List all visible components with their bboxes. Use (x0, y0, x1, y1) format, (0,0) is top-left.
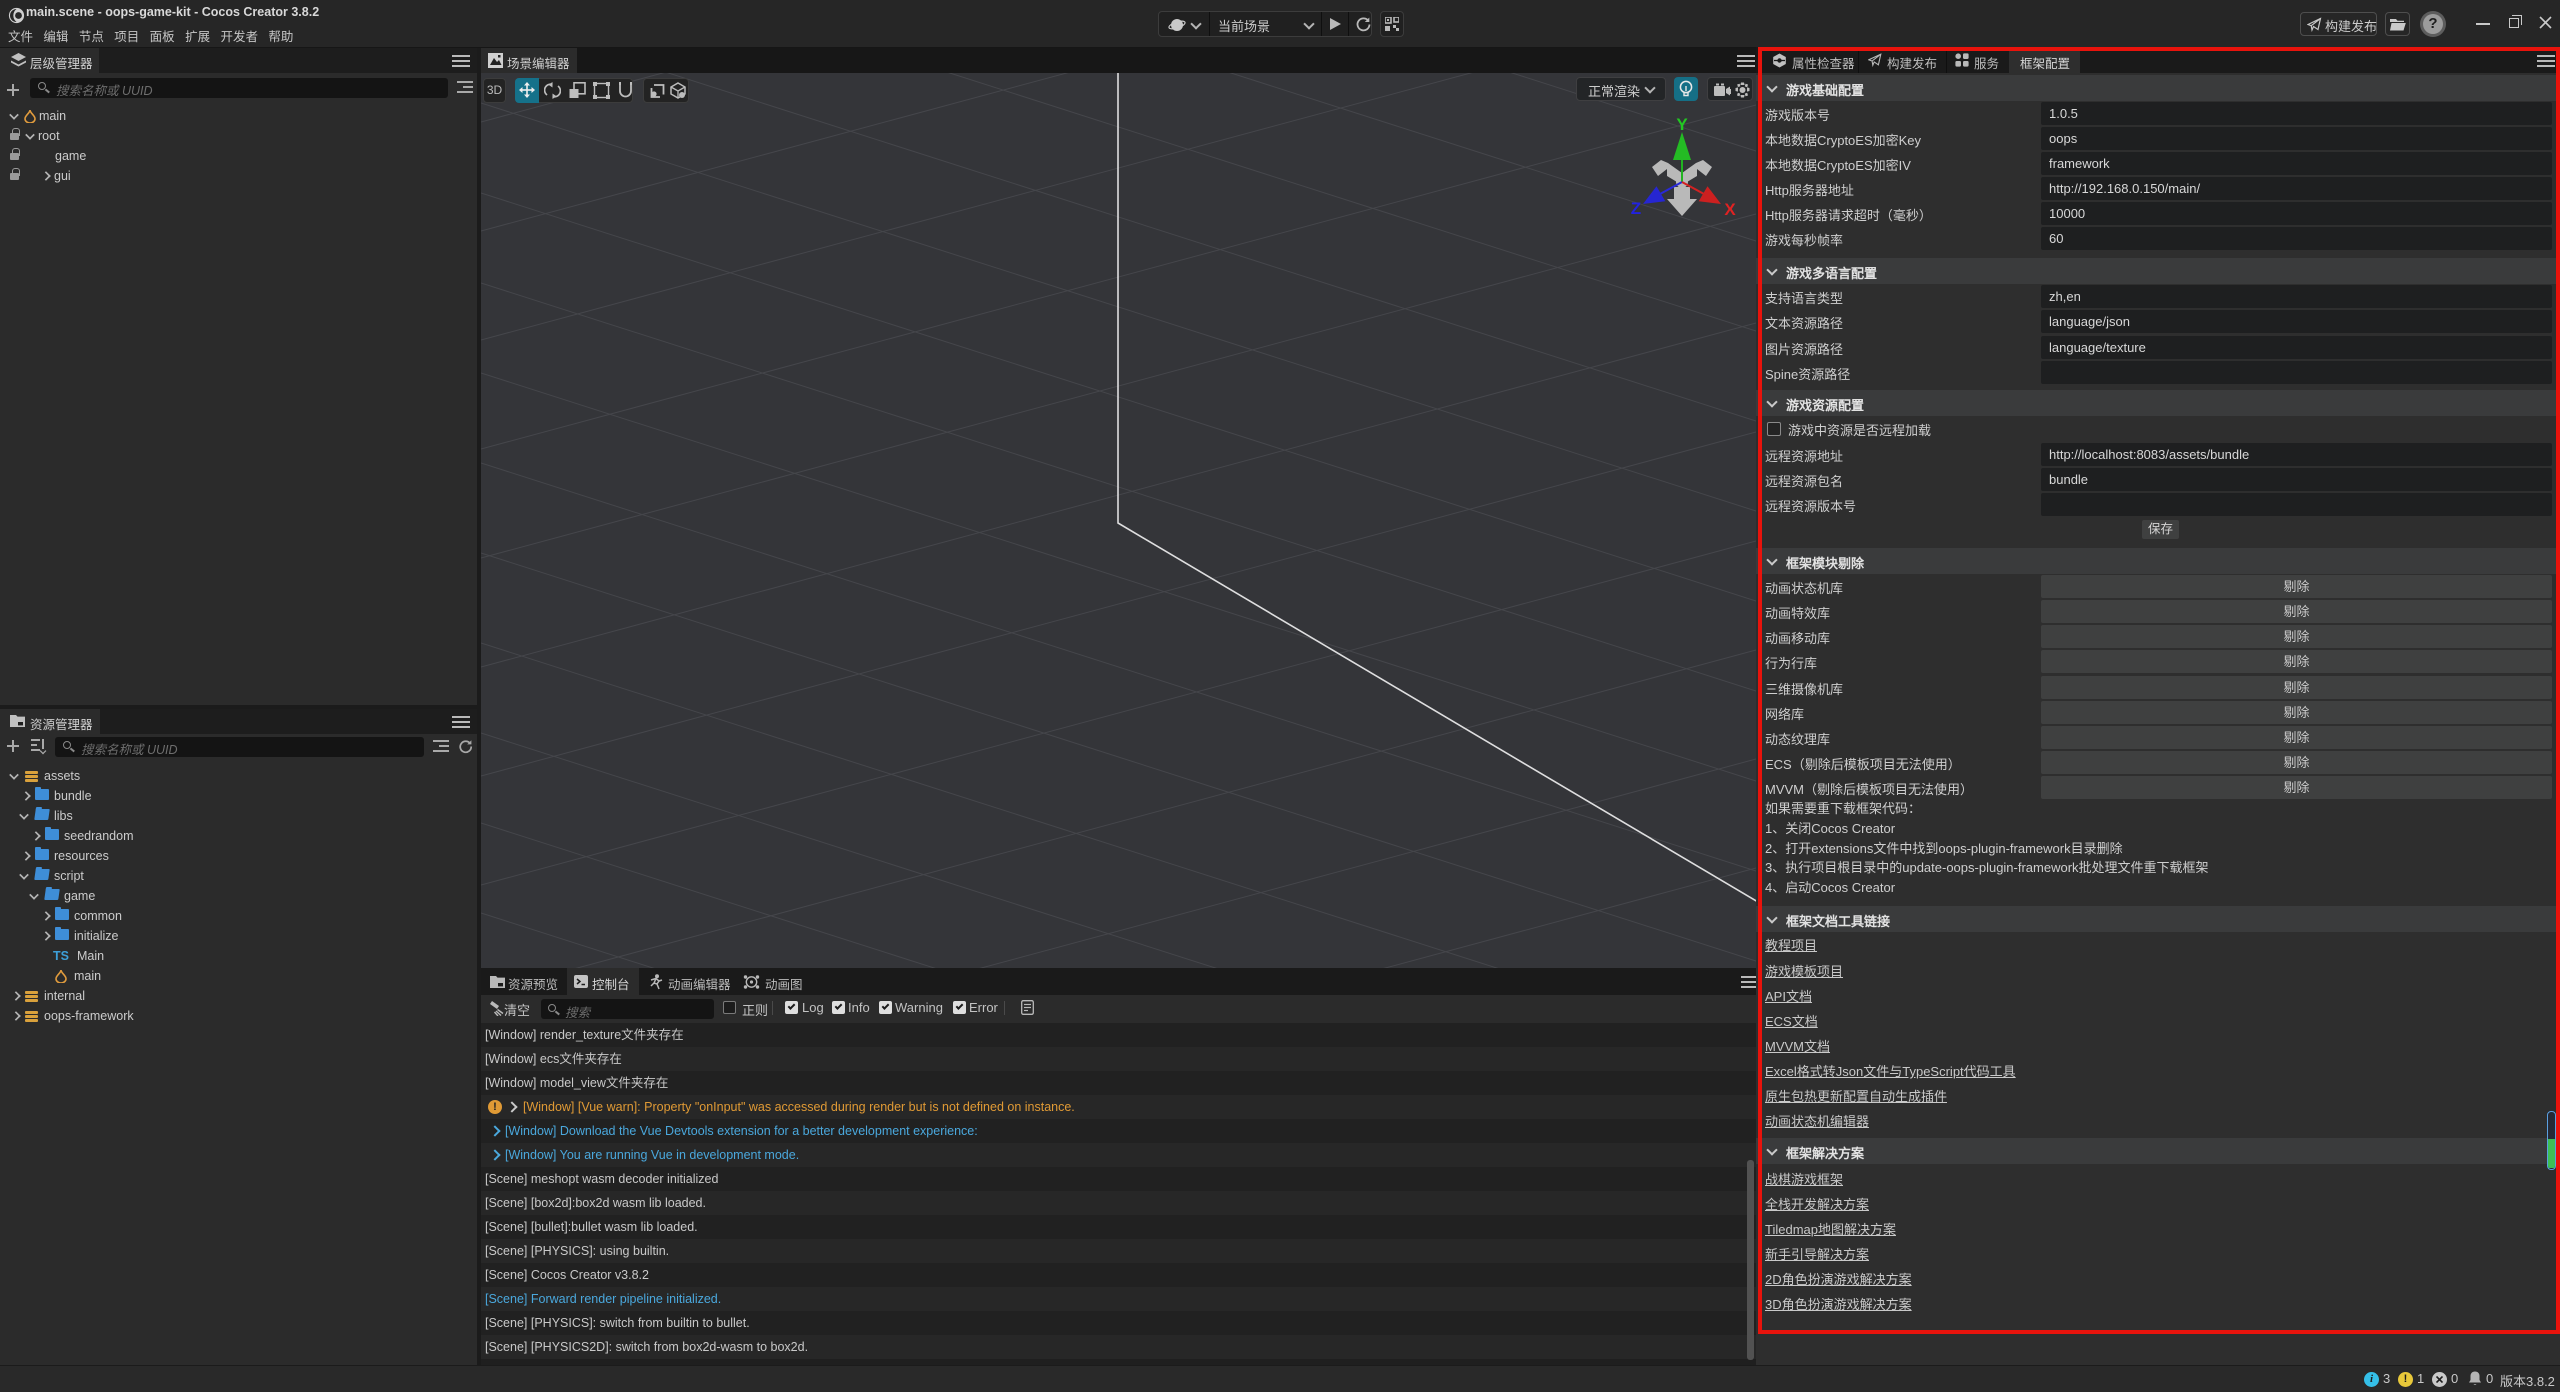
svg-text:Z: Z (1631, 199, 1641, 218)
svg-text:Y: Y (1676, 115, 1688, 134)
svg-text:X: X (1724, 200, 1736, 219)
